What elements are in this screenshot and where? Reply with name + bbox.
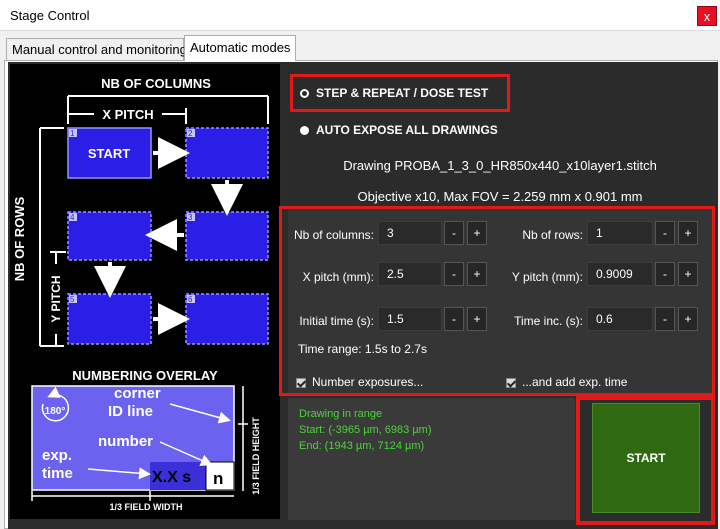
xxs-label: X.X s	[152, 469, 191, 486]
highlight-settings	[279, 206, 715, 396]
time-label: time	[42, 465, 73, 482]
y-pitch-label: Y PITCH	[49, 275, 63, 322]
cell-number-1: 1	[70, 129, 75, 138]
id-line-label: ID line	[108, 403, 153, 420]
radio-auto-expose-label: AUTO EXPOSE ALL DRAWINGS	[316, 123, 498, 137]
radio-step-repeat-label: STEP & REPEAT / DOSE TEST	[316, 86, 489, 100]
tab-manual-control[interactable]: Manual control and monitoring	[6, 38, 187, 60]
nb-columns-label: NB OF COLUMNS	[101, 76, 211, 91]
exp-label: exp.	[42, 447, 72, 464]
radio-auto-expose-indicator	[300, 126, 309, 136]
radio-auto-expose[interactable]: AUTO EXPOSE ALL DRAWINGS	[300, 123, 498, 137]
number-label: number	[98, 433, 153, 450]
tab-automatic-modes[interactable]: Automatic modes	[184, 35, 296, 61]
cell-5	[67, 293, 152, 345]
radio-step-repeat[interactable]: STEP & REPEAT / DOSE TEST	[300, 86, 488, 100]
close-button[interactable]: x	[697, 6, 717, 26]
cell-3	[185, 211, 269, 261]
status-line-2: Start: (-3965 µm, 6983 µm)	[299, 424, 432, 436]
cell-6	[185, 293, 269, 345]
x-pitch-label: X PITCH	[102, 107, 153, 122]
drawing-info: Drawing PROBA_1_3_0_HR850x440_x10layer1.…	[343, 158, 657, 173]
window-title: Stage Control	[10, 8, 90, 23]
cell-number-4: 4	[70, 213, 75, 222]
cell-number-3: 3	[188, 213, 193, 222]
step-repeat-diagram: NB OF COLUMNS X PITCH NB OF ROWS Y PITCH…	[10, 64, 280, 519]
nb-rows-label: NB OF ROWS	[12, 196, 27, 281]
cell-number-6: 6	[188, 295, 193, 304]
radio-step-repeat-indicator	[300, 89, 309, 99]
objective-info: Objective x10, Max FOV = 2.259 mm x 0.90…	[357, 189, 643, 204]
corner-label: corner	[114, 385, 161, 402]
cell-start-label: START	[88, 146, 130, 161]
cell-2	[185, 127, 269, 179]
numbering-overlay-label: NUMBERING OVERLAY	[72, 368, 218, 383]
status-line-1: Drawing in range	[299, 408, 383, 420]
cell-4	[67, 211, 152, 261]
field-height-label: 1/3 FIELD HEIGHT	[251, 417, 261, 495]
cell-number-5: 5	[70, 295, 75, 304]
highlight-start	[576, 396, 715, 525]
rotation-label: 180°	[45, 406, 66, 417]
cell-number-2: 2	[188, 129, 193, 138]
status-line-3: End: (1943 µm, 7124 µm)	[299, 440, 425, 452]
title-bar	[0, 0, 720, 31]
n-label: n	[213, 469, 223, 488]
field-width-label: 1/3 FIELD WIDTH	[109, 502, 182, 512]
